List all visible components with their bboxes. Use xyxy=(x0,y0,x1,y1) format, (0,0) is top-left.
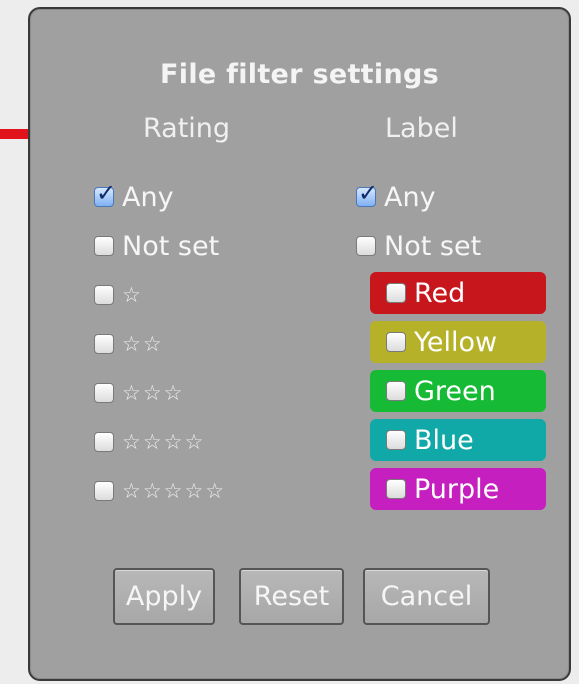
star-rating-icon: ☆ xyxy=(122,283,143,307)
rating-2-star-checkbox[interactable] xyxy=(94,334,114,354)
label-not-set-checkbox[interactable] xyxy=(356,236,376,256)
panel-title: File filter settings xyxy=(160,59,439,90)
file-filter-settings-panel: File filter settings Rating Label Any No… xyxy=(28,7,571,681)
label-any-label: Any xyxy=(384,181,436,213)
rating-any-label: Any xyxy=(122,181,174,213)
rating-3-star-checkbox[interactable] xyxy=(94,383,114,403)
rating-4-star-option[interactable]: ☆☆☆☆ xyxy=(94,422,205,462)
label-yellow-option[interactable]: Yellow xyxy=(370,321,546,363)
star-rating-icon: ☆☆☆☆☆ xyxy=(122,479,227,503)
reset-button[interactable]: Reset xyxy=(239,568,344,625)
label-purple-option[interactable]: Purple xyxy=(370,468,546,510)
label-any-checkbox[interactable] xyxy=(356,179,378,207)
rating-not-set-label: Not set xyxy=(122,230,220,262)
star-rating-icon: ☆☆☆☆ xyxy=(122,430,206,454)
rating-any-option[interactable]: Any xyxy=(94,177,174,217)
label-blue-option[interactable]: Blue xyxy=(370,419,546,461)
label-green-text: Green xyxy=(414,375,496,407)
label-blue-text: Blue xyxy=(414,424,474,456)
rating-1-star-checkbox[interactable] xyxy=(94,285,114,305)
label-yellow-checkbox[interactable] xyxy=(386,332,406,352)
label-red-text: Red xyxy=(414,277,466,309)
apply-button[interactable]: Apply xyxy=(113,568,215,625)
label-green-option[interactable]: Green xyxy=(370,370,546,412)
rating-1-star-option[interactable]: ☆ xyxy=(94,275,143,315)
label-red-option[interactable]: Red xyxy=(370,272,546,314)
label-yellow-text: Yellow xyxy=(414,326,498,358)
rating-column-heading: Rating xyxy=(143,113,231,144)
rating-3-star-option[interactable]: ☆☆☆ xyxy=(94,373,184,413)
rating-4-star-checkbox[interactable] xyxy=(94,432,114,452)
label-red-checkbox[interactable] xyxy=(386,283,406,303)
label-purple-text: Purple xyxy=(414,473,500,505)
rating-not-set-checkbox[interactable] xyxy=(94,236,114,256)
label-green-checkbox[interactable] xyxy=(386,381,406,401)
label-column-heading: Label xyxy=(385,113,458,144)
rating-not-set-option[interactable]: Not set xyxy=(94,226,219,266)
rating-5-star-option[interactable]: ☆☆☆☆☆ xyxy=(94,471,226,511)
label-not-set-label: Not set xyxy=(384,230,482,262)
star-rating-icon: ☆☆☆ xyxy=(122,381,185,405)
cancel-button[interactable]: Cancel xyxy=(363,568,490,625)
label-any-option[interactable]: Any xyxy=(356,177,436,217)
star-rating-icon: ☆☆ xyxy=(122,332,164,356)
rating-2-star-option[interactable]: ☆☆ xyxy=(94,324,164,364)
label-blue-checkbox[interactable] xyxy=(386,430,406,450)
label-not-set-option[interactable]: Not set xyxy=(356,226,481,266)
rating-5-star-checkbox[interactable] xyxy=(94,481,114,501)
label-purple-checkbox[interactable] xyxy=(386,479,406,499)
rating-any-checkbox[interactable] xyxy=(94,179,116,207)
